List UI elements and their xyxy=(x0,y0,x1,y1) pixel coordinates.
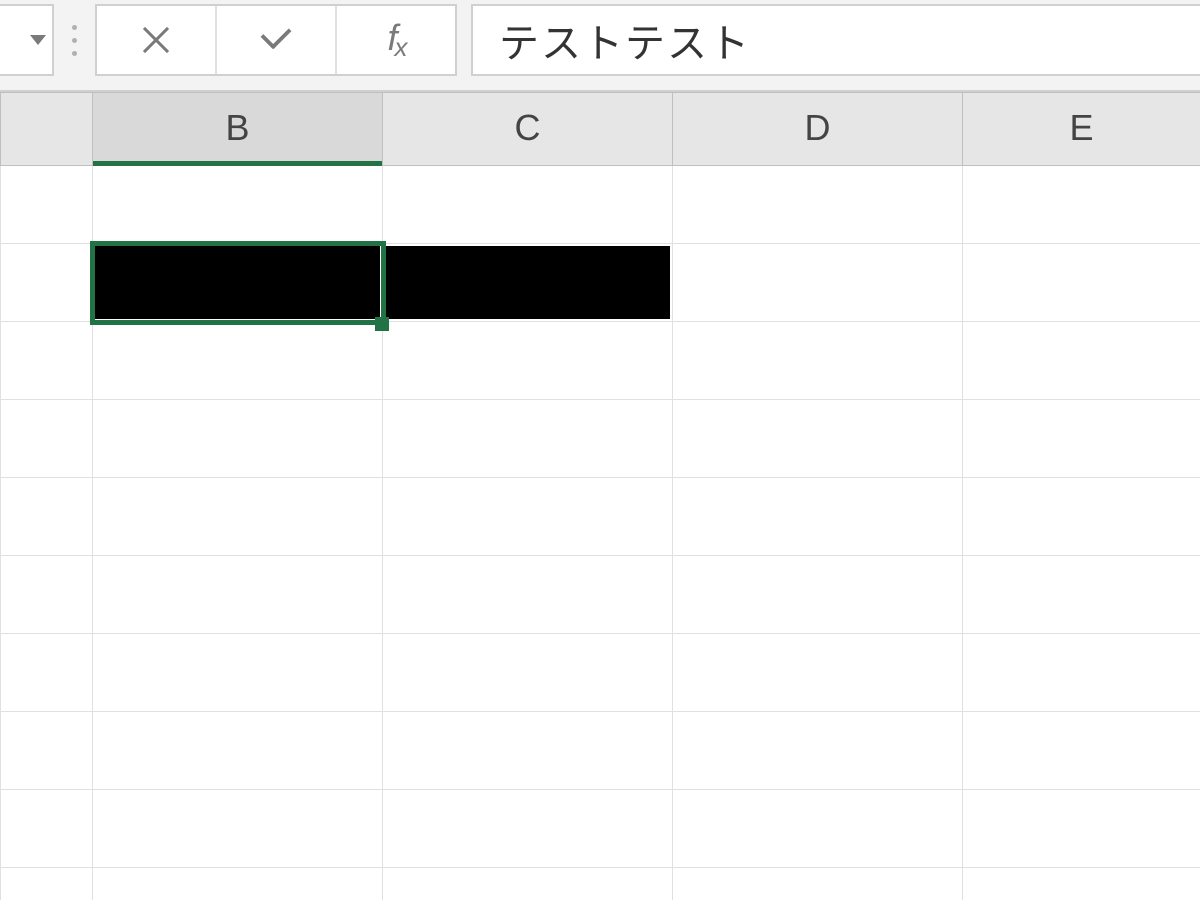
row-7 xyxy=(1,634,1200,712)
cell-A9-stub[interactable] xyxy=(1,790,93,868)
column-header-label: D xyxy=(805,107,831,148)
cell-E5[interactable] xyxy=(963,478,1200,556)
row-9 xyxy=(1,790,1200,868)
row-3 xyxy=(1,322,1200,400)
cell-C5[interactable] xyxy=(383,478,673,556)
cell-E1[interactable] xyxy=(963,166,1200,244)
row-6 xyxy=(1,556,1200,634)
cell-D5[interactable] xyxy=(673,478,963,556)
cell-E7[interactable] xyxy=(963,634,1200,712)
cell-C10[interactable] xyxy=(383,868,673,900)
cell-A5-stub[interactable] xyxy=(1,478,93,556)
cell-D10[interactable] xyxy=(673,868,963,900)
chevron-down-icon[interactable] xyxy=(30,35,46,45)
column-header-label: E xyxy=(1069,107,1093,148)
check-icon xyxy=(255,25,297,55)
cell-C3[interactable] xyxy=(383,322,673,400)
cell-B1[interactable] xyxy=(93,166,383,244)
cell-B7[interactable] xyxy=(93,634,383,712)
cell-D4[interactable] xyxy=(673,400,963,478)
cell-E9[interactable] xyxy=(963,790,1200,868)
column-header-row: B C D E xyxy=(1,93,1200,166)
cell-C6[interactable] xyxy=(383,556,673,634)
fx-icon: fx xyxy=(388,17,405,63)
cell-E8[interactable] xyxy=(963,712,1200,790)
cell-E3[interactable] xyxy=(963,322,1200,400)
column-header-B[interactable]: B xyxy=(93,93,383,166)
row-1 xyxy=(1,166,1200,244)
cell-D7[interactable] xyxy=(673,634,963,712)
column-header-label: C xyxy=(515,107,541,148)
cell-E10[interactable] xyxy=(963,868,1200,900)
cell-B6[interactable] xyxy=(93,556,383,634)
cell-E4[interactable] xyxy=(963,400,1200,478)
cell-A2-stub[interactable] xyxy=(1,244,93,322)
x-icon xyxy=(139,23,173,57)
row-10 xyxy=(1,868,1200,900)
fill-handle[interactable] xyxy=(375,317,389,331)
cell-D2[interactable] xyxy=(673,244,963,322)
cell-D1[interactable] xyxy=(673,166,963,244)
formula-bar-input[interactable]: テストテスト xyxy=(471,4,1200,76)
column-header-label: B xyxy=(225,107,249,148)
cell-C8[interactable] xyxy=(383,712,673,790)
column-header-C[interactable]: C xyxy=(383,93,673,166)
row-4 xyxy=(1,400,1200,478)
cell-E2[interactable] xyxy=(963,244,1200,322)
row-5 xyxy=(1,478,1200,556)
cell-B9[interactable] xyxy=(93,790,383,868)
confirm-button[interactable] xyxy=(215,6,335,74)
cell-C1[interactable] xyxy=(383,166,673,244)
cell-C2[interactable] xyxy=(383,244,673,322)
cell-D8[interactable] xyxy=(673,712,963,790)
cell-B8[interactable] xyxy=(93,712,383,790)
cell-D3[interactable] xyxy=(673,322,963,400)
cell-A3-stub[interactable] xyxy=(1,322,93,400)
spreadsheet-grid[interactable]: B C D E xyxy=(0,92,1200,900)
formula-bar-area: fx テストテスト xyxy=(0,0,1200,92)
formula-bar-value: テストテスト xyxy=(499,11,751,69)
cell-C9[interactable] xyxy=(383,790,673,868)
cell-B3[interactable] xyxy=(93,322,383,400)
cell-A8-stub[interactable] xyxy=(1,712,93,790)
cell-B5[interactable] xyxy=(93,478,383,556)
column-header-D[interactable]: D xyxy=(673,93,963,166)
column-header-E[interactable]: E xyxy=(963,93,1200,166)
cell-B10[interactable] xyxy=(93,868,383,900)
column-header-stub[interactable] xyxy=(1,93,93,166)
cell-A4-stub[interactable] xyxy=(1,400,93,478)
cell-B4[interactable] xyxy=(93,400,383,478)
row-8 xyxy=(1,712,1200,790)
drag-handle-divider[interactable] xyxy=(68,4,81,76)
cell-C7[interactable] xyxy=(383,634,673,712)
insert-function-button[interactable]: fx xyxy=(335,6,455,74)
row-2 xyxy=(1,244,1200,322)
cell-D6[interactable] xyxy=(673,556,963,634)
cell-A1-stub[interactable] xyxy=(1,166,93,244)
cell-A10-stub[interactable] xyxy=(1,868,93,900)
cancel-button[interactable] xyxy=(97,6,215,74)
formula-toolbar: fx テストテスト xyxy=(0,4,1200,76)
name-box[interactable] xyxy=(0,4,54,76)
cell-B2[interactable] xyxy=(93,244,383,322)
cell-A6-stub[interactable] xyxy=(1,556,93,634)
cell-D9[interactable] xyxy=(673,790,963,868)
cell-C4[interactable] xyxy=(383,400,673,478)
formula-button-group: fx xyxy=(95,4,457,76)
cell-A7-stub[interactable] xyxy=(1,634,93,712)
cell-E6[interactable] xyxy=(963,556,1200,634)
